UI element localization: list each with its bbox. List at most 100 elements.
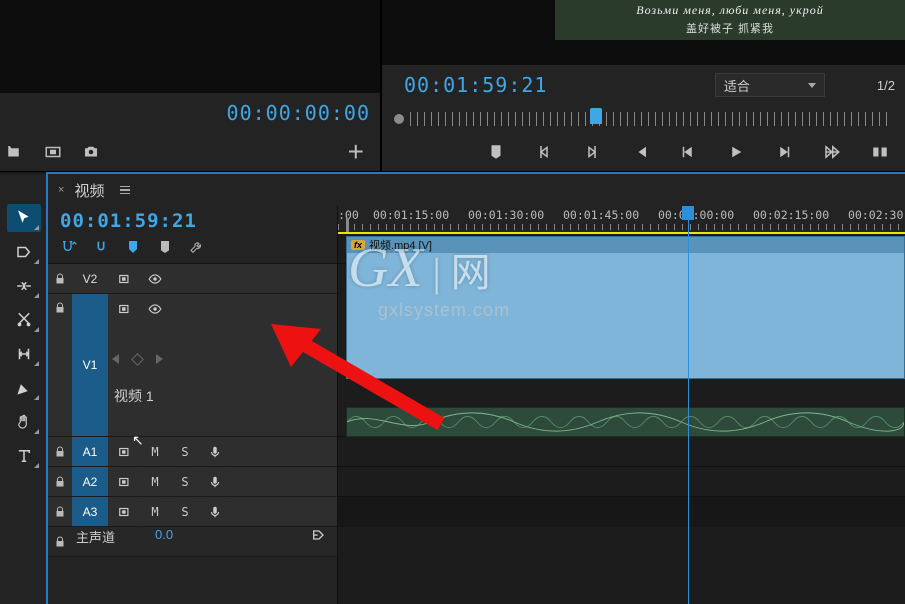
subtitle-line-1: Возьми меня, люби меня, укрой [636, 3, 824, 18]
track-output-icon[interactable] [112, 298, 138, 320]
lift-icon[interactable] [865, 137, 895, 167]
master-track-label: 主声道 [76, 527, 115, 556]
ruler-tick: 00:02:15:00 [753, 208, 829, 222]
solo-button[interactable]: S [172, 501, 198, 523]
prev-keyframe-icon[interactable] [112, 354, 119, 364]
track-label-v1[interactable]: V1 [72, 294, 108, 436]
add-keyframe-icon[interactable] [131, 353, 144, 366]
linked-selection-icon[interactable] [92, 238, 110, 256]
scrub-ticks[interactable] [410, 112, 887, 126]
program-monitor-panel: Возьми меня, люби меня, укрой 盖好被子 抓紧我 0… [380, 0, 905, 171]
close-icon[interactable]: × [58, 184, 64, 196]
lock-icon[interactable] [48, 264, 72, 293]
scrub-playhead[interactable] [590, 108, 602, 124]
timeline-content[interactable]: :00 00:01:15:00 00:01:30:00 00:01:45:00 … [338, 206, 905, 604]
track-label-a3[interactable]: A3 [72, 497, 108, 526]
fx-badge: fx [351, 240, 365, 250]
page-indicator: 1/2 [877, 78, 895, 93]
master-out-icon[interactable] [311, 527, 327, 556]
next-keyframe-icon[interactable] [156, 354, 163, 364]
marker-add-icon[interactable] [124, 238, 142, 256]
track-lane-a3[interactable] [338, 467, 905, 497]
program-scrub-bar[interactable] [382, 105, 905, 133]
voice-record-icon[interactable] [202, 501, 228, 523]
pen-tool[interactable] [7, 374, 41, 402]
mute-button[interactable]: M [142, 441, 168, 463]
track-output-icon[interactable] [112, 471, 138, 493]
track-header-column: 00:01:59:21 V2 [48, 206, 338, 604]
step-back-icon[interactable] [673, 137, 703, 167]
track-header-v2: V2 [48, 264, 337, 294]
lock-icon[interactable] [48, 527, 72, 556]
marker-icon[interactable] [481, 137, 511, 167]
track-output-icon[interactable] [112, 501, 138, 523]
mute-button[interactable]: M [142, 471, 168, 493]
out-point-icon[interactable] [577, 137, 607, 167]
lock-icon[interactable] [48, 294, 72, 436]
lock-icon[interactable] [48, 467, 72, 496]
type-tool[interactable] [7, 442, 41, 470]
tool-palette [0, 174, 48, 604]
selection-tool[interactable] [7, 204, 41, 232]
track-label-v2[interactable]: V2 [72, 264, 108, 293]
source-timecode[interactable]: 00:00:00:00 [227, 101, 370, 125]
in-marker[interactable] [346, 218, 349, 232]
ruler-tick: 00:01:30:00 [468, 208, 544, 222]
insert-icon[interactable] [38, 137, 68, 167]
track-header-a3: A3 M S [48, 497, 337, 527]
keyframe-nav: ↖ [112, 354, 163, 364]
timeline-timecode[interactable]: 00:01:59:21 [60, 210, 325, 232]
settings-wrench-icon[interactable] [188, 238, 206, 256]
track-lane-a1[interactable] [338, 407, 905, 437]
subtitle-line-2: 盖好被子 抓紧我 [686, 20, 774, 36]
track-select-tool[interactable] [7, 238, 41, 266]
video-frame: Возьми меня, люби меня, укрой 盖好被子 抓紧我 [555, 0, 905, 40]
track-output-icon[interactable] [112, 268, 138, 290]
voice-record-icon[interactable] [202, 441, 228, 463]
playhead[interactable] [688, 206, 689, 604]
ruler-tick: 00:02:00:00 [658, 208, 734, 222]
in-point-icon[interactable] [529, 137, 559, 167]
hand-tool[interactable] [7, 408, 41, 436]
camera-icon[interactable] [76, 137, 106, 167]
slip-tool[interactable] [7, 340, 41, 368]
source-monitor-viewport [0, 0, 380, 93]
lock-icon[interactable] [48, 437, 72, 466]
track-label-a1[interactable]: A1 [72, 437, 108, 466]
time-ruler[interactable]: :00 00:01:15:00 00:01:30:00 00:01:45:00 … [338, 206, 905, 234]
video-clip[interactable]: fx 视频.mp4 [V] [346, 236, 905, 379]
marker-grey-icon[interactable] [156, 238, 174, 256]
program-timecode[interactable]: 00:01:59:21 [404, 73, 547, 97]
track-header-a1: A1 M S [48, 437, 337, 467]
lock-icon[interactable] [48, 497, 72, 526]
audio-clip-a1[interactable] [346, 407, 905, 437]
go-to-out-icon[interactable] [817, 137, 847, 167]
step-forward-icon[interactable] [769, 137, 799, 167]
export-still-icon[interactable] [0, 137, 30, 167]
voice-record-icon[interactable] [202, 471, 228, 493]
ripple-edit-tool[interactable] [7, 272, 41, 300]
program-monitor-viewport: Возьми меня, люби меня, укрой 盖好被子 抓紧我 [382, 0, 905, 65]
eye-icon[interactable] [142, 268, 168, 290]
eye-icon[interactable] [142, 298, 168, 320]
play-icon[interactable] [721, 137, 751, 167]
zoom-fit-dropdown[interactable]: 适合 [715, 73, 825, 97]
track-lane-master[interactable] [338, 497, 905, 527]
go-to-in-icon[interactable] [625, 137, 655, 167]
add-button[interactable]: + [348, 136, 372, 168]
razor-tool[interactable] [7, 306, 41, 334]
track-lane-a2[interactable] [338, 437, 905, 467]
solo-button[interactable]: S [172, 471, 198, 493]
mute-button[interactable]: M [142, 501, 168, 523]
sequence-tab[interactable]: 视频 [74, 180, 104, 201]
ruler-tick: 00:02:30: [848, 208, 905, 222]
track-label-a2[interactable]: A2 [72, 467, 108, 496]
ruler-tick: 00:01:15:00 [373, 208, 449, 222]
solo-button[interactable]: S [172, 441, 198, 463]
panel-menu-icon[interactable] [120, 186, 130, 195]
snap-icon[interactable] [60, 238, 78, 256]
clip-name: 视频.mp4 [V] [369, 237, 432, 253]
track-header-v1: V1 视频 1 ↖ [48, 294, 337, 437]
track-output-icon[interactable] [112, 441, 138, 463]
master-volume-value[interactable]: 0.0 [155, 527, 173, 556]
